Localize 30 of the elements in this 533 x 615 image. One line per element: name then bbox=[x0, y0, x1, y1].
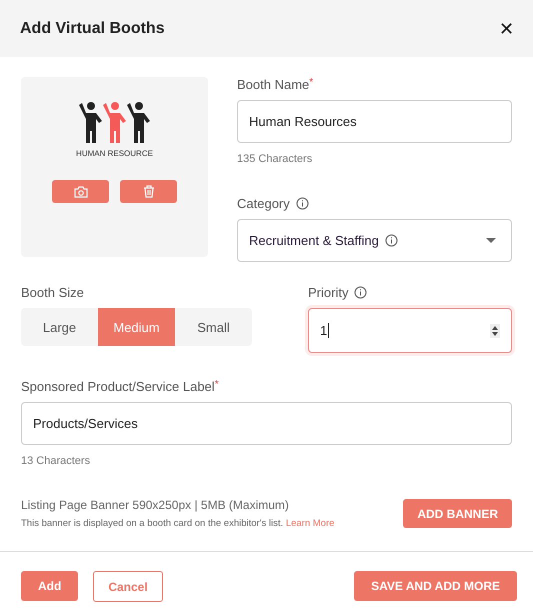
category-label: Category bbox=[237, 196, 290, 211]
category-value: Recruitment & Staffing bbox=[249, 233, 379, 248]
booth-name-field[interactable]: Human Resources bbox=[237, 100, 512, 143]
sponsored-label-field[interactable]: Products/Services bbox=[21, 402, 512, 445]
category-dropdown[interactable]: Recruitment & Staffing bbox=[237, 219, 512, 262]
character-count: 13 Characters bbox=[21, 455, 92, 467]
caret-icon bbox=[486, 238, 496, 243]
booth-size-label: Booth Size bbox=[21, 285, 84, 300]
close-button[interactable]: ✕ bbox=[499, 18, 514, 40]
camera-button[interactable] bbox=[52, 180, 109, 203]
delete-button[interactable] bbox=[120, 180, 177, 203]
camera-icon bbox=[74, 186, 88, 198]
required-mark: * bbox=[309, 77, 314, 88]
dialog-title: Add Virtual Booths bbox=[20, 20, 165, 38]
booth-name-label: Booth Name bbox=[237, 77, 310, 92]
required-mark: * bbox=[214, 379, 219, 390]
sponsored-label: Sponsored Product/Service Label bbox=[21, 379, 215, 394]
character-count: 135 Characters bbox=[237, 153, 314, 165]
trash-icon bbox=[142, 185, 154, 198]
priority-label: Priority bbox=[308, 285, 348, 300]
size-option[interactable]: Large bbox=[21, 308, 98, 346]
logo-caption: HUMAN RESOURCE bbox=[76, 149, 153, 158]
banner-title: Listing Page Banner 590x250px | 5MB (Maximum) bbox=[21, 498, 290, 512]
banner-description: This banner is displayed on a booth card on the exhibitor's list. bbox=[21, 518, 284, 529]
priority-field[interactable]: 1 bbox=[308, 308, 512, 353]
info-icon bbox=[384, 234, 398, 247]
info-icon bbox=[296, 197, 309, 210]
info-icon bbox=[354, 286, 368, 299]
spinner-icon bbox=[490, 324, 500, 338]
size-option[interactable]: Small bbox=[175, 308, 252, 346]
